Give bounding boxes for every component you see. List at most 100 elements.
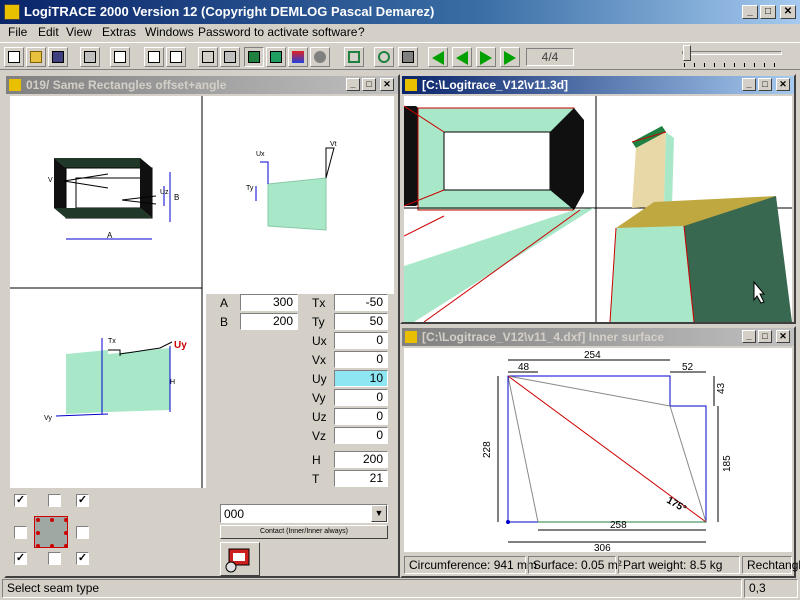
prev-page-icon[interactable] [452, 47, 472, 67]
dim-V: V [48, 177, 53, 184]
label-T: T [312, 472, 320, 486]
app-icon[interactable] [4, 4, 20, 20]
label-B: B [220, 315, 229, 329]
minimize-icon[interactable]: _ [742, 5, 758, 19]
next-page-icon[interactable] [476, 47, 496, 67]
3d-viewport[interactable] [403, 96, 792, 323]
corner-checkbox-br[interactable]: ✓ [76, 552, 89, 565]
maximize-icon[interactable]: □ [758, 78, 772, 91]
cube-color-icon[interactable] [266, 47, 286, 67]
contact-button[interactable]: Contact (Inner/Inner always) [220, 525, 388, 539]
view-grid-icon[interactable] [166, 47, 186, 67]
dim-52: 52 [682, 362, 694, 373]
tree-icon[interactable] [310, 47, 330, 67]
frame-icon[interactable] [344, 47, 364, 67]
zoom-slider-track[interactable] [682, 51, 782, 55]
input-Tx[interactable]: -50 [334, 294, 388, 311]
rotate-icon[interactable] [374, 47, 394, 67]
dim-Vy: Vy [44, 415, 52, 422]
dim-228: 228 [482, 441, 493, 458]
close-icon[interactable]: ✕ [380, 78, 394, 91]
edge-checkbox-top[interactable] [48, 494, 61, 507]
label-Vz: Vz [312, 429, 327, 443]
print-icon[interactable] [80, 47, 100, 67]
close-icon[interactable]: ✕ [780, 5, 796, 19]
menu-view[interactable]: View [66, 25, 92, 39]
label-Uy: Uy [312, 372, 327, 386]
status-value: 0,3 [744, 579, 798, 598]
corner-checkbox-tl[interactable]: ✓ [14, 494, 27, 507]
chevron-down-icon[interactable]: ▼ [371, 505, 387, 522]
edge-checkbox-bottom[interactable] [48, 552, 61, 565]
corner-checkbox-tr[interactable]: ✓ [76, 494, 89, 507]
label-Ux: Ux [312, 334, 327, 348]
cube-wire-icon[interactable] [198, 47, 218, 67]
maximize-icon[interactable]: □ [362, 78, 376, 91]
dxf-viewport[interactable]: 254 48 52 43 228 185 258 306 175° [404, 348, 792, 554]
first-page-icon[interactable] [428, 47, 448, 67]
input-A[interactable]: 300 [240, 294, 298, 311]
zoom-slider-ticks [684, 63, 782, 67]
input-Ux[interactable]: 0 [334, 332, 388, 349]
input-Vz[interactable]: 0 [334, 427, 388, 444]
minimize-icon[interactable]: _ [346, 78, 360, 91]
palette-icon[interactable] [288, 47, 308, 67]
maximize-icon[interactable]: □ [760, 5, 776, 19]
label-Ty: Ty [312, 315, 325, 329]
menu-password[interactable]: Password to activate software [198, 25, 357, 39]
dim-258: 258 [610, 520, 627, 531]
dim-Vt: Vt [330, 141, 337, 148]
dim-Uz: Uz [160, 189, 169, 196]
minimize-icon[interactable]: _ [742, 330, 756, 343]
input-Uy[interactable]: 10 [334, 370, 388, 387]
close-icon[interactable]: ✕ [776, 330, 790, 343]
left-window-titlebar[interactable]: 019/ Same Rectangles offset+angle _ □ ✕ [6, 76, 398, 94]
maximize-icon[interactable]: □ [758, 330, 772, 343]
input-T[interactable]: 21 [334, 470, 388, 487]
3d-window-titlebar[interactable]: [C:\Logitrace_V12\v11.3d] _ □ ✕ [402, 76, 794, 94]
input-H[interactable]: 200 [334, 451, 388, 468]
toolbar: 4/4 [0, 42, 800, 70]
view2d-icon[interactable] [144, 47, 164, 67]
new-icon[interactable] [4, 47, 24, 67]
dim-306: 306 [594, 543, 611, 552]
input-B[interactable]: 200 [240, 313, 298, 330]
3d-views [403, 96, 792, 323]
seam-shape-preview[interactable] [34, 516, 68, 548]
left-window-title: 019/ Same Rectangles offset+angle [26, 78, 227, 92]
last-page-icon[interactable] [500, 47, 520, 67]
window-icon [405, 331, 417, 343]
dim-H: H [170, 379, 175, 386]
dxf-window-titlebar[interactable]: [C:\Logitrace_V12\v11_4.dxf] Inner surfa… [402, 328, 794, 346]
cube-solid-icon[interactable] [220, 47, 240, 67]
info-icon[interactable] [398, 47, 418, 67]
open-icon[interactable] [26, 47, 46, 67]
page-counter: 4/4 [526, 48, 574, 66]
minimize-icon[interactable]: _ [742, 78, 756, 91]
corner-checkbox-bl[interactable]: ✓ [14, 552, 27, 565]
menu-edit[interactable]: Edit [38, 25, 59, 39]
menu-help[interactable]: ? [358, 25, 365, 39]
zoom-slider-thumb[interactable] [683, 45, 691, 61]
menu-windows[interactable]: Windows [145, 25, 194, 39]
input-Vx[interactable]: 0 [334, 351, 388, 368]
input-Vy[interactable]: 0 [334, 389, 388, 406]
edge-checkbox-left[interactable] [14, 526, 27, 539]
copy-icon[interactable] [110, 47, 130, 67]
menu-file[interactable]: File [8, 25, 27, 39]
paint-tool-button[interactable] [220, 542, 260, 576]
input-Uz[interactable]: 0 [334, 408, 388, 425]
input-Ty[interactable]: 50 [334, 313, 388, 330]
dim-Ty: Ty [246, 185, 254, 192]
edge-checkbox-right[interactable] [76, 526, 89, 539]
save-icon[interactable] [48, 47, 68, 67]
close-icon[interactable]: ✕ [776, 78, 790, 91]
dim-B: B [174, 193, 179, 202]
paint-icon [225, 548, 250, 573]
label-Vx: Vx [312, 353, 327, 367]
cube-shaded-icon[interactable] [244, 47, 264, 67]
flat-pattern-drawing: 254 48 52 43 228 185 258 306 175° [482, 350, 733, 554]
seam-combo[interactable]: 000 ▼ [220, 504, 388, 523]
menu-extras[interactable]: Extras [102, 25, 136, 39]
dim-Ux: Ux [256, 151, 265, 158]
